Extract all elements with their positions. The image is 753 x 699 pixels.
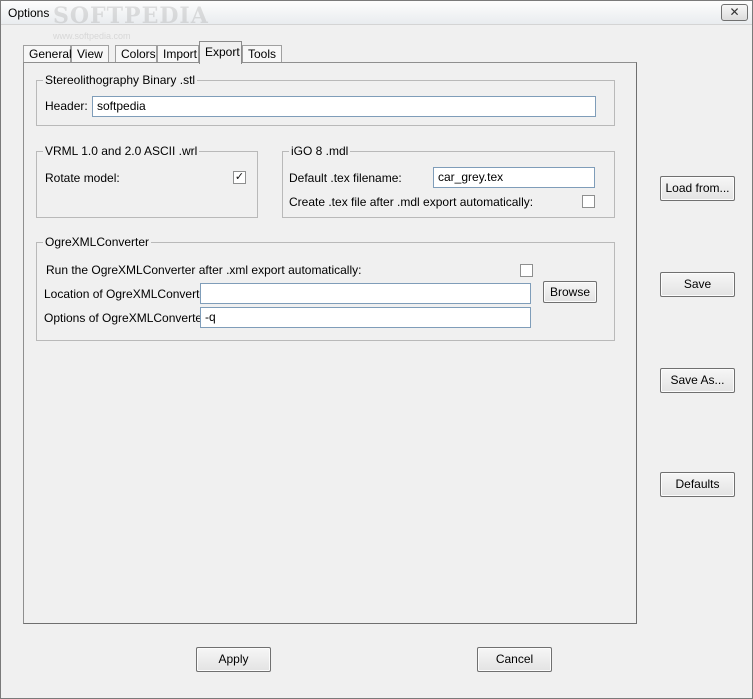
ogre-options-input[interactable]: -q bbox=[200, 307, 531, 328]
ogre-location-input[interactable] bbox=[200, 283, 531, 304]
vrml-group-title: VRML 1.0 and 2.0 ASCII .wrl bbox=[43, 144, 200, 158]
stl-group-title: Stereolithography Binary .stl bbox=[43, 73, 198, 87]
stl-header-label: Header: bbox=[45, 99, 88, 113]
ogre-run-checkbox[interactable] bbox=[520, 264, 533, 277]
tab-export[interactable]: Export bbox=[199, 41, 242, 64]
tab-view[interactable]: View bbox=[71, 45, 109, 63]
vrml-rotate-checkbox[interactable]: ✓ bbox=[233, 171, 246, 184]
watermark-logo: SOFTPEDIA bbox=[53, 3, 209, 29]
tab-general[interactable]: General bbox=[23, 45, 72, 63]
igo-group-title: iGO 8 .mdl bbox=[289, 144, 351, 158]
watermark-url: www.softpedia.com bbox=[53, 31, 131, 41]
tab-import[interactable]: Import bbox=[157, 45, 199, 63]
igo-create-label: Create .tex file after .mdl export autom… bbox=[289, 195, 534, 209]
close-icon: ✕ bbox=[729, 5, 740, 19]
close-button[interactable]: ✕ bbox=[721, 4, 748, 21]
igo-create-checkbox[interactable] bbox=[582, 195, 595, 208]
ogre-run-label: Run the OgreXMLConverter after .xml expo… bbox=[46, 263, 362, 277]
ogre-group: OgreXMLConverter Run the OgreXMLConverte… bbox=[36, 235, 615, 341]
apply-button[interactable]: Apply bbox=[196, 647, 271, 672]
ogre-location-label: Location of OgreXMLConverter: bbox=[44, 287, 214, 301]
browse-button[interactable]: Browse bbox=[543, 281, 597, 303]
stl-header-input[interactable]: softpedia bbox=[92, 96, 596, 117]
cancel-button[interactable]: Cancel bbox=[477, 647, 552, 672]
tab-colors[interactable]: Colors bbox=[115, 45, 157, 63]
igo-tex-label: Default .tex filename: bbox=[289, 171, 402, 185]
save-button[interactable]: Save bbox=[660, 272, 735, 297]
stl-group: Stereolithography Binary .stl Header: so… bbox=[36, 73, 615, 126]
ogre-group-title: OgreXMLConverter bbox=[43, 235, 152, 249]
load-from-button[interactable]: Load from... bbox=[660, 176, 735, 201]
vrml-group: VRML 1.0 and 2.0 ASCII .wrl Rotate model… bbox=[36, 144, 258, 218]
vrml-rotate-label: Rotate model: bbox=[45, 171, 120, 185]
defaults-button[interactable]: Defaults bbox=[660, 472, 735, 497]
export-tab-panel: Stereolithography Binary .stl Header: so… bbox=[23, 62, 637, 624]
tab-tools[interactable]: Tools bbox=[242, 45, 282, 63]
save-as-button[interactable]: Save As... bbox=[660, 368, 735, 393]
window-title: Options bbox=[8, 6, 50, 20]
ogre-options-label: Options of OgreXMLConverter: bbox=[44, 311, 210, 325]
igo-group: iGO 8 .mdl Default .tex filename: car_gr… bbox=[282, 144, 615, 218]
igo-tex-input[interactable]: car_grey.tex bbox=[433, 167, 595, 188]
options-window: Options ✕ SOFTPEDIA www.softpedia.com Ge… bbox=[0, 0, 753, 699]
